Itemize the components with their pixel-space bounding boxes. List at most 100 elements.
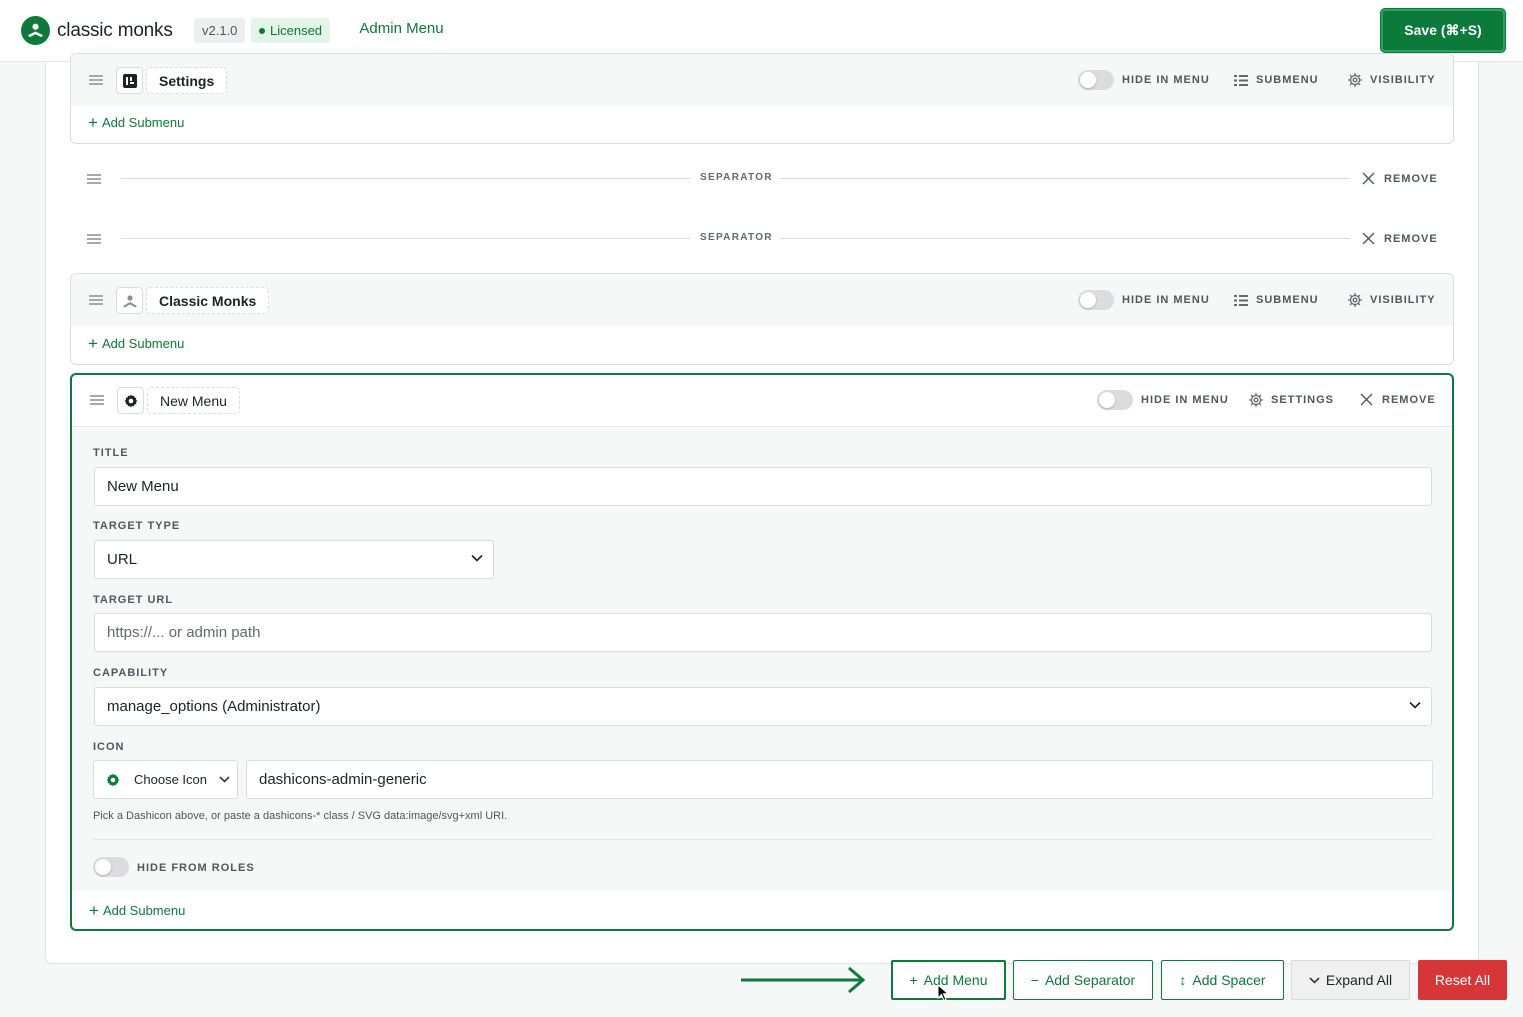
gear-icon xyxy=(1348,73,1362,87)
menu-item-name[interactable]: New Menu xyxy=(147,387,240,414)
remove-button[interactable]: REMOVE xyxy=(1362,232,1438,245)
settings-button[interactable]: SETTINGS xyxy=(1249,393,1334,407)
minus-icon: − xyxy=(1030,972,1039,988)
expand-all-button[interactable]: Expand All xyxy=(1291,960,1410,1000)
add-menu-label: Add Menu xyxy=(923,972,988,988)
hide-from-roles-toggle[interactable] xyxy=(93,857,129,877)
target-type-select[interactable]: URL xyxy=(94,540,494,579)
choose-icon-label: Choose Icon xyxy=(134,772,207,787)
remove-button[interactable]: REMOVE xyxy=(1362,172,1438,185)
drag-handle-icon[interactable] xyxy=(89,75,103,85)
remove-button[interactable]: REMOVE xyxy=(1360,393,1436,406)
visibility-button[interactable]: VISIBILITY xyxy=(1348,293,1436,307)
remove-label: REMOVE xyxy=(1382,393,1436,406)
gear-icon xyxy=(106,773,120,786)
plus-icon: + xyxy=(909,972,918,988)
close-icon xyxy=(1362,232,1375,245)
gear-icon xyxy=(1249,393,1263,407)
add-submenu-link[interactable]: + Add Submenu xyxy=(88,334,185,353)
separator-row: SEPARATOR REMOVE xyxy=(70,159,1454,199)
icon-class-input[interactable]: dashicons-admin-generic xyxy=(246,760,1433,799)
menu-card-settings: Settings HIDE IN MENU SUBMENU VISIBILITY… xyxy=(70,53,1454,144)
drag-handle-icon[interactable] xyxy=(90,395,104,405)
separator-label: SEPARATOR xyxy=(700,172,773,183)
add-submenu-link[interactable]: + Add Submenu xyxy=(88,113,185,132)
plus-icon: + xyxy=(89,901,99,920)
arrow-right-icon xyxy=(741,966,866,994)
chevron-down-icon xyxy=(471,554,483,562)
separator-line xyxy=(121,178,690,179)
gear-menu-icon[interactable] xyxy=(117,387,144,414)
hide-from-roles-label: HIDE FROM ROLES xyxy=(137,862,255,874)
menu-item-name[interactable]: Settings xyxy=(146,67,228,94)
submenu-label: SUBMENU xyxy=(1256,294,1319,306)
expand-all-label: Expand All xyxy=(1325,972,1393,988)
version-badge: v2.1.0 xyxy=(194,18,246,43)
separator-row: SEPARATOR REMOVE xyxy=(70,219,1454,259)
license-label: Licensed xyxy=(270,23,323,38)
capability-label: CAPABILITY xyxy=(93,667,169,679)
target-url-label: TARGET URL xyxy=(93,594,174,606)
add-submenu-label: Add Submenu xyxy=(101,115,185,130)
add-submenu-label: Add Submenu xyxy=(101,336,185,351)
submenu-button[interactable]: SUBMENU xyxy=(1234,74,1319,86)
visibility-label: VISIBILITY xyxy=(1370,294,1436,306)
choose-icon-dropdown[interactable]: Choose Icon xyxy=(93,760,238,799)
icon-label: ICON xyxy=(93,741,125,753)
brand-name: classic monks xyxy=(57,19,173,41)
menu-item-name[interactable]: Classic Monks xyxy=(146,287,270,314)
menu-card-header: New Menu HIDE IN MENU SETTINGS REMOVE xyxy=(72,375,1452,427)
hide-in-menu-toggle[interactable] xyxy=(1078,70,1114,90)
vertical-arrows-icon: ↕ xyxy=(1179,972,1187,988)
chevron-down-icon xyxy=(1309,976,1320,984)
brand[interactable]: classic monks xyxy=(21,16,173,45)
menu-card-classic-monks: Classic Monks HIDE IN MENU SUBMENU VISIB… xyxy=(70,273,1454,365)
target-type-label: TARGET TYPE xyxy=(93,520,181,532)
capability-value: manage_options (Administrator) xyxy=(107,698,321,715)
title-label: TITLE xyxy=(93,447,129,459)
classic-monks-menu-icon[interactable] xyxy=(116,287,143,314)
license-badge: Licensed xyxy=(251,18,331,43)
gear-icon xyxy=(1348,293,1362,307)
title-input[interactable]: New Menu xyxy=(94,467,1432,506)
visibility-label: VISIBILITY xyxy=(1370,74,1436,86)
hide-in-menu-label: HIDE IN MENU xyxy=(1141,394,1229,406)
remove-label: REMOVE xyxy=(1384,172,1438,185)
close-icon xyxy=(1362,172,1375,185)
drag-handle-icon[interactable] xyxy=(87,174,101,184)
mouse-cursor-icon xyxy=(937,984,949,1002)
icon-help-text: Pick a Dashicon above, or paste a dashic… xyxy=(93,810,508,822)
hide-in-menu-toggle[interactable] xyxy=(1097,390,1133,410)
hide-in-menu-label: HIDE IN MENU xyxy=(1122,294,1210,306)
save-button[interactable]: Save (⌘+S) xyxy=(1381,9,1505,52)
separator-line xyxy=(779,238,1350,239)
reset-all-button[interactable]: Reset All xyxy=(1418,960,1507,1000)
drag-handle-icon[interactable] xyxy=(89,295,103,305)
settings-form: TITLE New Menu TARGET TYPE URL TARGET UR… xyxy=(72,428,1452,891)
add-separator-label: Add Separator xyxy=(1044,972,1136,988)
target-url-input[interactable]: https://... or admin path xyxy=(94,613,1432,652)
add-submenu-link[interactable]: + Add Submenu xyxy=(89,901,185,920)
add-spacer-button[interactable]: ↕ Add Spacer xyxy=(1161,960,1284,1000)
settings-menu-icon[interactable] xyxy=(116,67,143,94)
drag-handle-icon[interactable] xyxy=(87,234,101,244)
capability-select[interactable]: manage_options (Administrator) xyxy=(94,687,1432,726)
settings-label: SETTINGS xyxy=(1271,394,1335,406)
target-type-value: URL xyxy=(107,551,138,568)
add-spacer-label: Add Spacer xyxy=(1192,972,1266,988)
status-dot-icon xyxy=(259,27,265,34)
submenu-button[interactable]: SUBMENU xyxy=(1234,294,1319,306)
list-icon xyxy=(1234,294,1248,306)
menu-card-header: Classic Monks HIDE IN MENU SUBMENU VISIB… xyxy=(71,274,1453,326)
plus-icon: + xyxy=(88,334,98,353)
hide-in-menu-toggle[interactable] xyxy=(1078,290,1114,310)
hide-in-menu-label: HIDE IN MENU xyxy=(1122,74,1210,86)
close-icon xyxy=(1360,393,1373,406)
menu-card-new-menu: New Menu HIDE IN MENU SETTINGS REMOVE TI… xyxy=(70,373,1454,931)
add-separator-button[interactable]: − Add Separator xyxy=(1013,960,1153,1000)
remove-label: REMOVE xyxy=(1384,232,1438,245)
visibility-button[interactable]: VISIBILITY xyxy=(1348,73,1436,87)
chevron-down-icon xyxy=(1409,701,1421,709)
chevron-down-icon xyxy=(219,776,230,783)
plus-icon: + xyxy=(88,113,98,132)
